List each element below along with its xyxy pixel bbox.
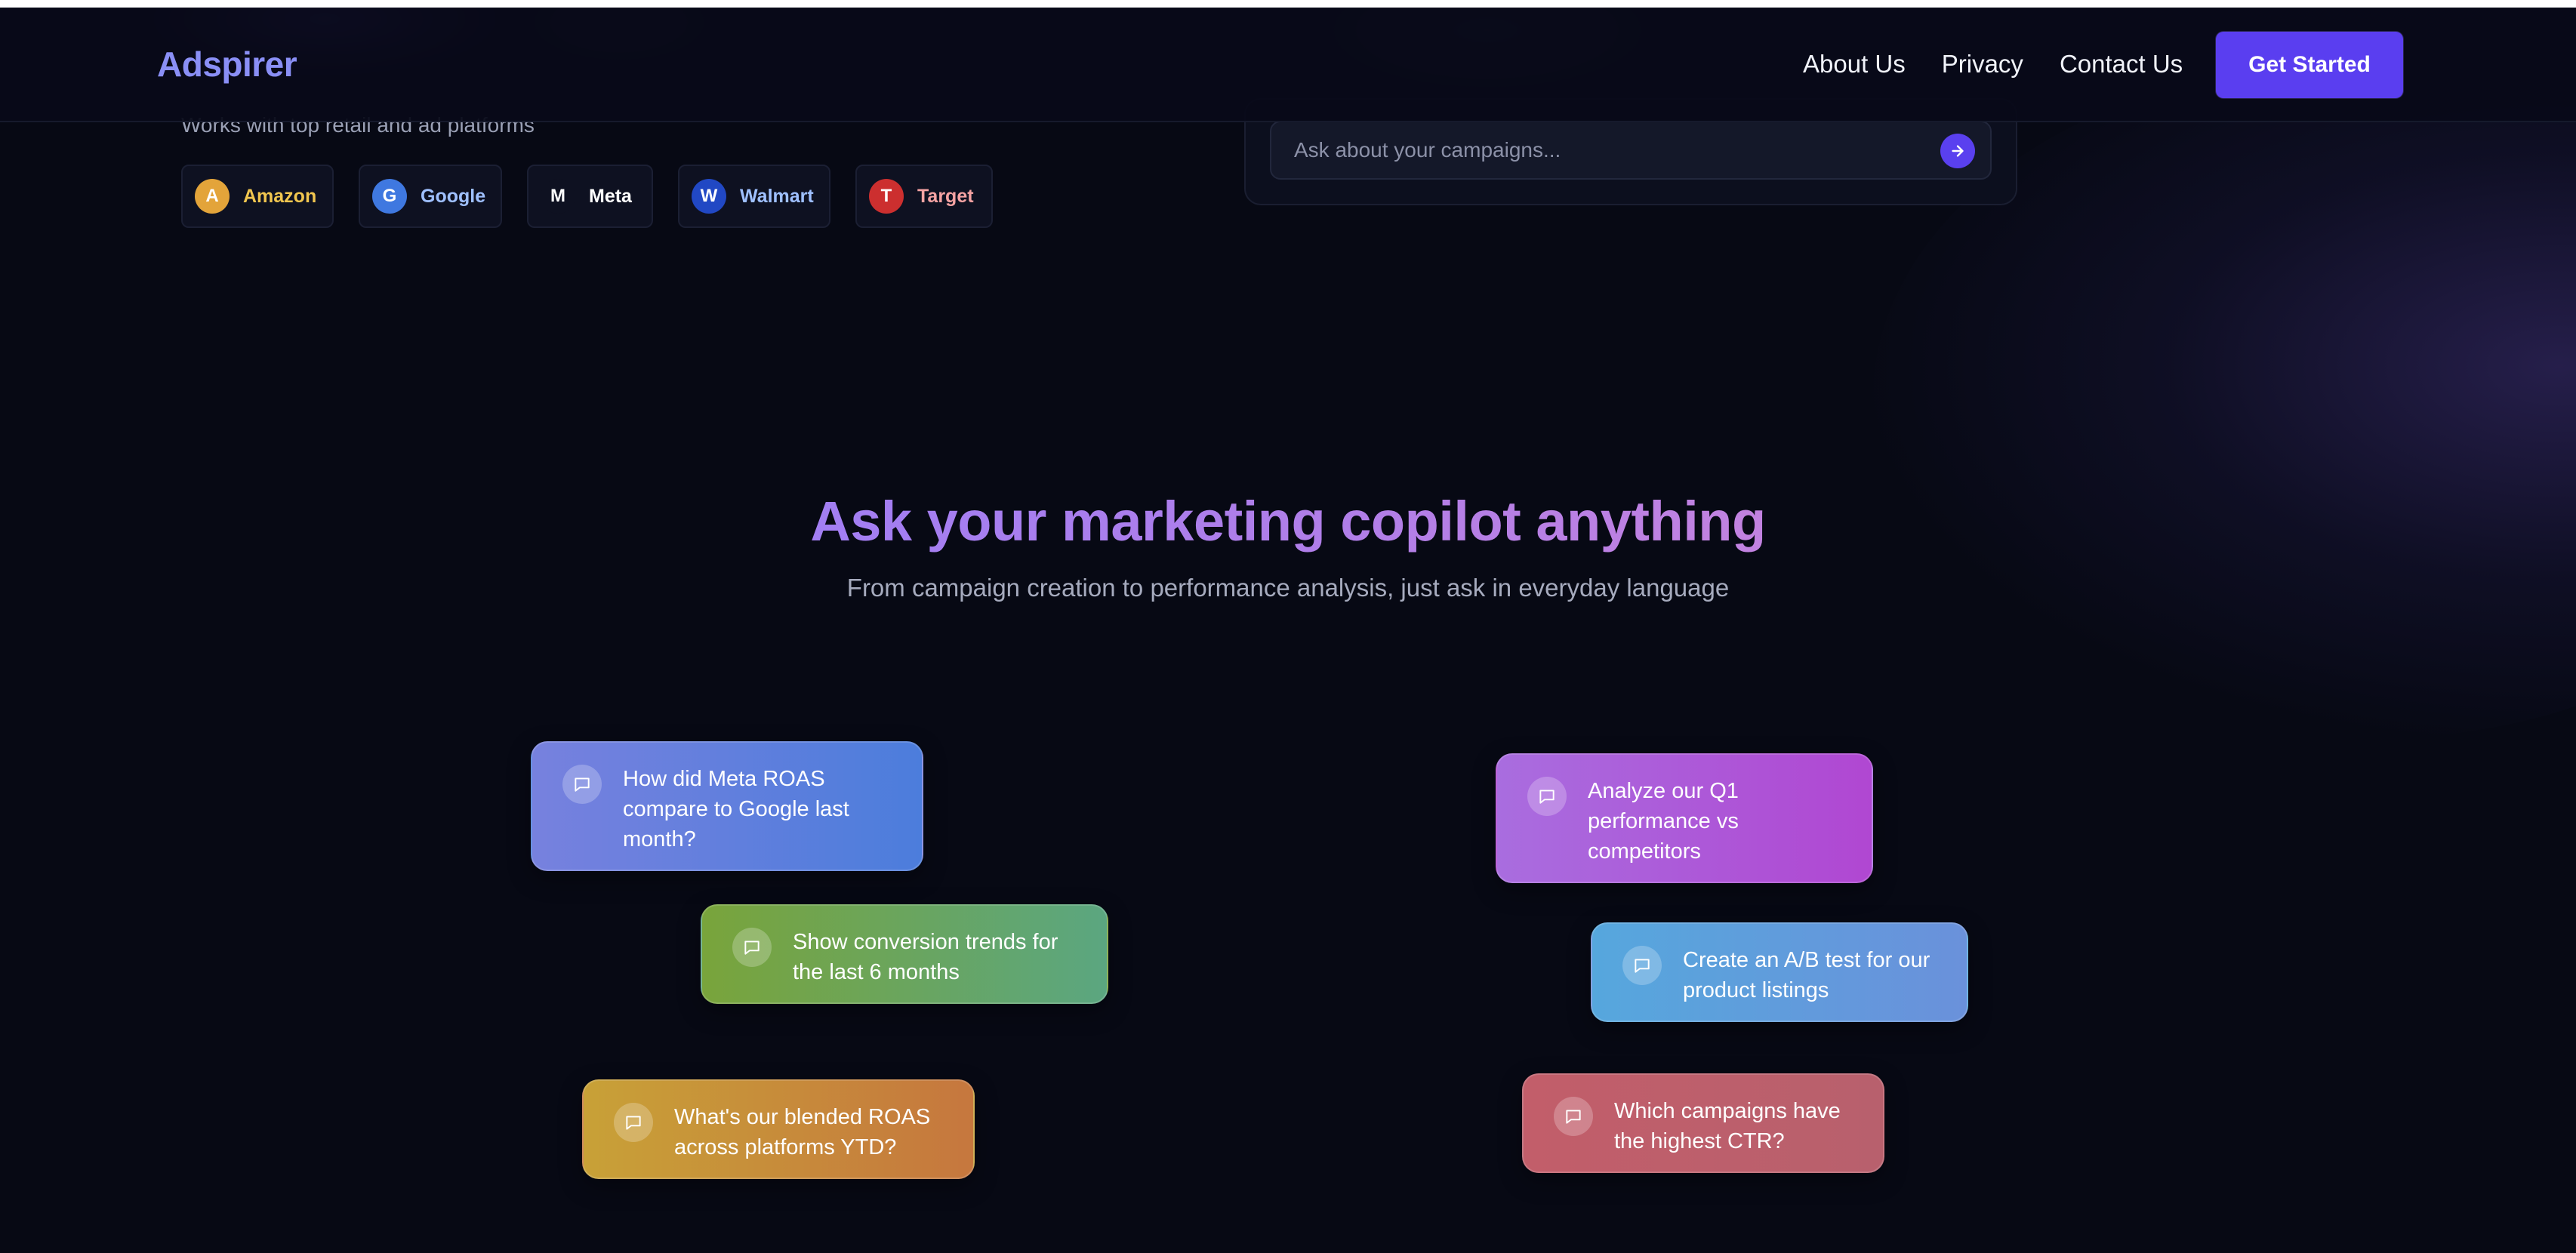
page: Adspirer About Us Privacy Contact Us Get… <box>0 0 2576 1253</box>
prompt-bubble[interactable]: Analyze our Q1 performance vs competitor… <box>1496 753 1873 883</box>
nav-contact-us[interactable]: Contact Us <box>2060 50 2183 79</box>
google-icon: G <box>372 179 407 214</box>
arrow-right-icon <box>1952 145 1964 157</box>
prompt-text: Create an A/B test for our product listi… <box>1683 948 1930 1002</box>
campaign-chat-input <box>1270 121 1992 180</box>
chat-bubble-icon <box>1622 946 1662 985</box>
chat-bubble-icon <box>562 765 602 804</box>
prompt-text: How did Meta ROAS compare to Google last… <box>623 767 849 851</box>
nav-about-us[interactable]: About Us <box>1803 50 1906 79</box>
section-subtitle: From campaign creation to performance an… <box>846 574 1730 602</box>
platform-badge-walmart: W Walmart <box>678 165 830 228</box>
platform-name: Target <box>917 185 974 207</box>
prompt-bubble[interactable]: Which campaigns have the highest CTR? <box>1522 1073 1884 1173</box>
platform-badge-google: G Google <box>359 165 502 228</box>
prompt-text: What's our blended ROAS across platforms… <box>674 1105 931 1159</box>
logo[interactable]: Adspirer <box>157 44 297 85</box>
prompt-text: Analyze our Q1 performance vs competitor… <box>1588 779 1739 864</box>
platform-name: Amazon <box>243 185 317 207</box>
get-started-button[interactable]: Get Started <box>2216 32 2403 98</box>
chat-bubble-icon <box>614 1103 653 1142</box>
main-nav: About Us Privacy Contact Us <box>1803 50 2183 79</box>
section-title: Ask your marketing copilot anything <box>810 490 1766 553</box>
platform-name: Walmart <box>740 185 814 207</box>
chat-bubble-icon <box>732 928 772 967</box>
meta-icon: M <box>541 179 575 214</box>
platform-badge-amazon: A Amazon <box>181 165 334 228</box>
send-button[interactable] <box>1940 134 1975 168</box>
chat-input-field[interactable] <box>1294 122 1898 178</box>
platform-name: Google <box>421 185 486 207</box>
platform-badge-target: T Target <box>855 165 993 228</box>
platform-list: A Amazon G Google M Meta W Walmart T Tar… <box>181 165 993 228</box>
platform-badge-meta: M Meta <box>527 165 653 228</box>
amazon-icon: A <box>195 179 230 214</box>
prompt-bubble[interactable]: Show conversion trends for the last 6 mo… <box>701 904 1108 1004</box>
chat-bubble-icon <box>1527 777 1567 816</box>
nav-privacy[interactable]: Privacy <box>1942 50 2023 79</box>
browser-top-strip <box>0 0 2576 8</box>
site-header: Adspirer About Us Privacy Contact Us Get… <box>0 8 2576 122</box>
prompt-bubble[interactable]: Create an A/B test for our product listi… <box>1591 922 1968 1022</box>
section-heading: Ask your marketing copilot anything <box>0 489 2576 553</box>
chat-bubble-icon <box>1554 1097 1593 1136</box>
prompt-bubble[interactable]: What's our blended ROAS across platforms… <box>582 1079 975 1179</box>
platform-name: Meta <box>589 185 632 207</box>
target-icon: T <box>869 179 904 214</box>
walmart-icon: W <box>692 179 726 214</box>
prompt-bubble[interactable]: How did Meta ROAS compare to Google last… <box>531 741 923 871</box>
prompt-text: Show conversion trends for the last 6 mo… <box>793 930 1058 984</box>
prompt-text: Which campaigns have the highest CTR? <box>1614 1099 1841 1153</box>
